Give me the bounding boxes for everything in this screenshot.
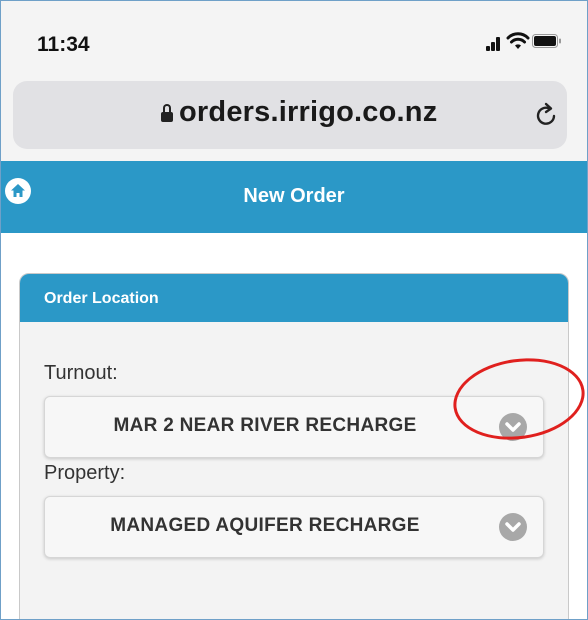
status-time: 11:34 xyxy=(37,33,90,56)
property-label: Property: xyxy=(44,462,126,484)
panel-heading: Order Location xyxy=(20,274,568,322)
property-value: MANAGED AQUIFER RECHARGE xyxy=(110,515,420,536)
wifi-icon xyxy=(506,32,530,49)
url-field[interactable]: orders.irrigo.co.nz xyxy=(13,81,567,149)
browser-address-bar: orders.irrigo.co.nz xyxy=(1,73,587,161)
reload-icon[interactable] xyxy=(535,101,559,127)
lock-icon xyxy=(161,104,173,122)
url-text: orders.irrigo.co.nz xyxy=(179,96,438,128)
turnout-value: MAR 2 NEAR RIVER RECHARGE xyxy=(113,415,417,436)
page-title: New Order xyxy=(243,185,345,207)
status-bar: 11:34 xyxy=(1,1,587,73)
order-location-panel: Order Location Turnout: MAR 2 NEAR RIVER… xyxy=(19,273,569,619)
turnout-label: Turnout: xyxy=(44,362,118,384)
cellular-signal-icon xyxy=(486,35,502,51)
app-header: New Order xyxy=(1,161,587,233)
battery-icon xyxy=(532,34,561,48)
chevron-down-icon[interactable] xyxy=(499,513,527,541)
property-select[interactable]: MANAGED AQUIFER RECHARGE xyxy=(44,496,544,558)
phone-screen: 11:34 orders.irrigo.co.nz New Order Orde… xyxy=(0,0,588,620)
